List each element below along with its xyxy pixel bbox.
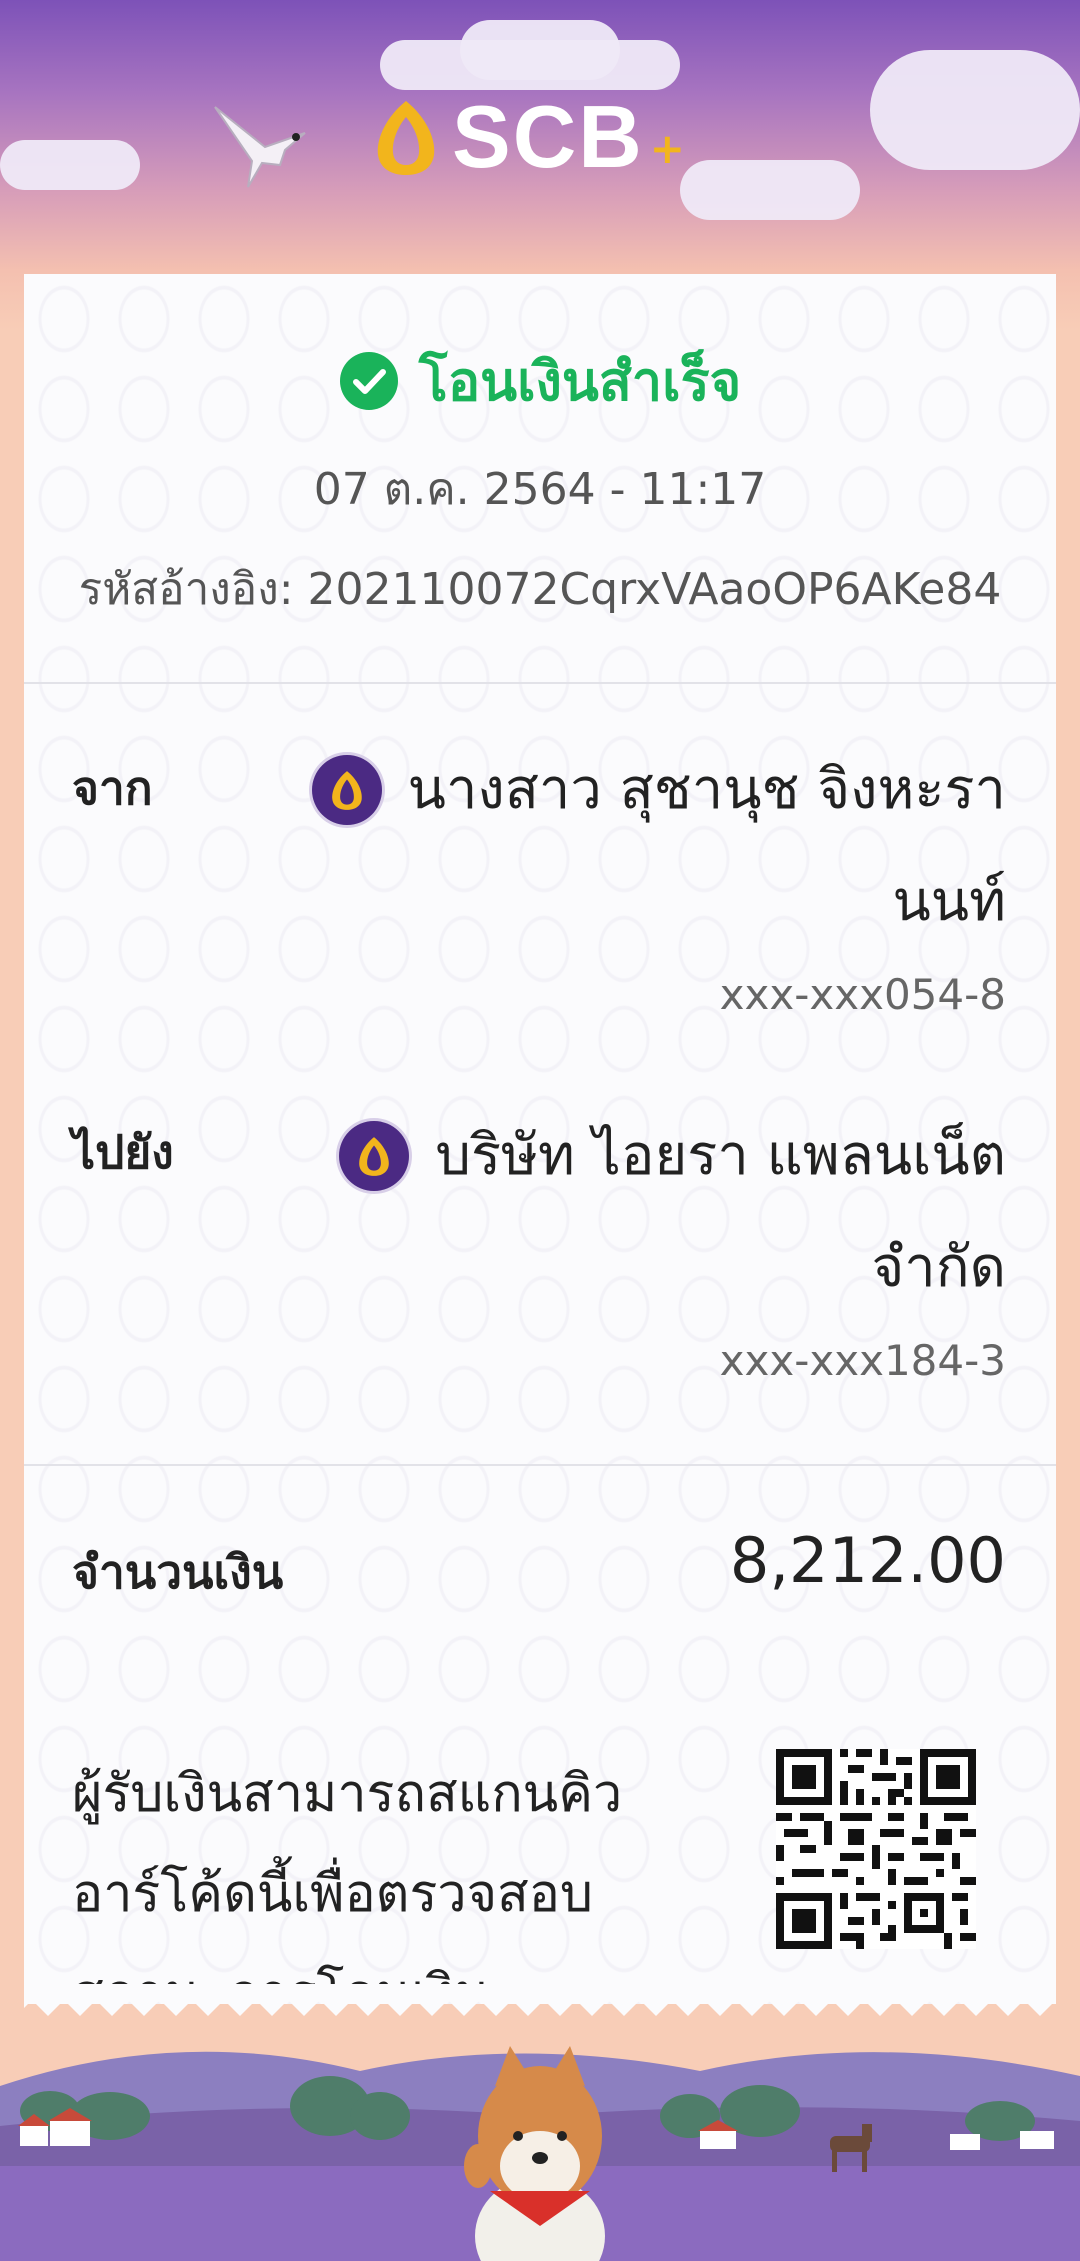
from-account: xxx-xxx054-8: [719, 970, 1006, 1019]
note-line: อาร์โค้ดนี้เพื่อตรวจสอบ: [72, 1864, 594, 1924]
scb-bank-icon: [339, 1121, 410, 1191]
from-party: นางสาว สุชานุช จิงหะรา นนท์: [266, 734, 1006, 958]
check-circle-icon: [339, 352, 398, 410]
divider: [24, 682, 1056, 684]
transaction-datetime: 07 ต.ค. 2564 - 11:17: [313, 464, 767, 515]
verification-qr-code[interactable]: [776, 1749, 976, 1949]
status-row: โอนเงินสำเร็จ: [24, 338, 1056, 424]
scb-logo-icon: [377, 101, 435, 175]
to-name-cont: จำกัด: [871, 1235, 1006, 1300]
amount-value: 8,212.00: [729, 1524, 1006, 1597]
note-line: ผู้รับเงินสามารถสแกนคิว: [72, 1764, 623, 1824]
from-label: จาก: [72, 761, 153, 815]
cloud: [0, 140, 140, 190]
to-label: ไปยัง: [72, 1125, 174, 1179]
amount-label: จำนวนเงิน: [72, 1545, 284, 1599]
reference-label: รหัสอ้างอิง:: [78, 564, 294, 615]
receipt-torn-edge: [24, 1986, 1056, 2016]
scb-bank-icon: [311, 755, 382, 825]
brand-name: SCB: [452, 87, 644, 186]
reference-value: 202110072CqrxVAaoOP6AKe84: [307, 564, 1002, 615]
brand-mark: +: [649, 123, 685, 173]
reference-row: รหัสอ้างอิง: 202110072CqrxVAaoOP6AKe84: [24, 554, 1056, 624]
cloud: [460, 20, 620, 80]
cloud: [680, 160, 860, 220]
cloud: [870, 50, 1080, 170]
from-name-line: นางสาว สุชานุช จิงหะรา: [266, 734, 1006, 846]
from-name-cont: นนท์: [892, 869, 1006, 934]
note-line: สถานะการโอนเงิน: [72, 1944, 672, 1984]
to-account: xxx-xxx184-3: [719, 1336, 1006, 1385]
to-name-line: บริษัท ไอยรา แพลนเน็ต: [266, 1100, 1006, 1212]
to-party: บริษัท ไอยรา แพลนเน็ต จำกัด: [266, 1100, 1006, 1324]
scb-logo: SCB +: [370, 87, 685, 186]
to-name: บริษัท ไอยรา แพลนเน็ต: [435, 1123, 1006, 1188]
status-text: โอนเงินสำเร็จ: [418, 350, 742, 413]
from-name: นางสาว สุชานุช จิงหะรา: [407, 757, 1006, 822]
divider: [24, 1464, 1056, 1466]
qr-verify-note: ผู้รับเงินสามารถสแกนคิว อาร์โค้ดนี้เพื่อ…: [72, 1744, 672, 1984]
transfer-receipt: โอนเงินสำเร็จ 07 ต.ค. 2564 - 11:17 รหัสอ…: [24, 274, 1056, 2004]
bird-icon: [214, 106, 306, 188]
landscape-illustration: [0, 2046, 1080, 2261]
